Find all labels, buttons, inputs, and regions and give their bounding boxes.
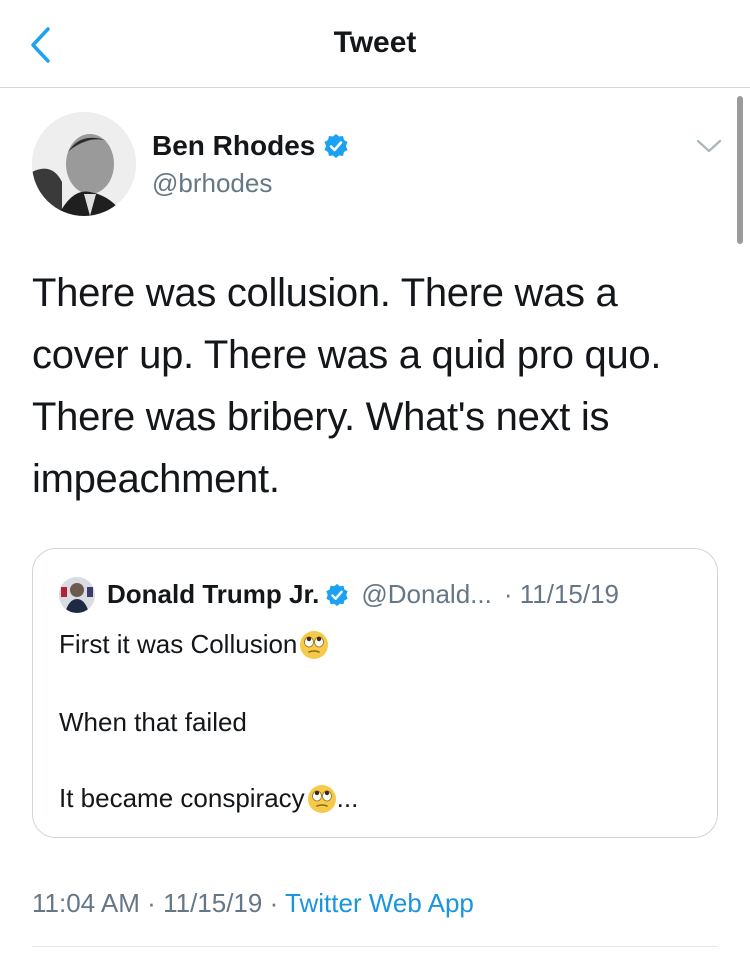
page-title: Tweet	[333, 26, 417, 59]
verified-badge-icon	[324, 134, 348, 158]
tweet-text-line: There was collusion. There was a	[32, 271, 618, 315]
quoted-author-handle: @Donald...	[361, 579, 492, 609]
quoted-text-line: When that failed	[59, 707, 247, 738]
tweet-source-link[interactable]: Twitter Web App	[285, 888, 474, 918]
author-name[interactable]: Ben Rhodes	[152, 130, 315, 162]
quoted-text: It became conspiracy	[59, 783, 305, 813]
quoted-text: When that failed	[59, 707, 247, 737]
divider	[32, 946, 718, 947]
tweet-meta: 11:04 AM · 11/15/19 · Twitter Web App	[32, 888, 474, 919]
tweet-time: 11:04 AM	[32, 888, 140, 918]
quoted-text-suffix: ...	[336, 783, 359, 813]
scrollbar[interactable]	[737, 96, 743, 244]
quoted-author-name: Donald Trump Jr.	[107, 579, 320, 609]
tweet-text: There was collusion. There was a cover u…	[32, 262, 722, 510]
quoted-tweet-card[interactable]: Donald Trump Jr. @Donald... · 11/15/19 F…	[32, 548, 718, 838]
meta-separator: ·	[269, 888, 279, 918]
quoted-text-line: It became conspiracy ...	[59, 783, 358, 814]
quoted-avatar	[59, 577, 95, 613]
more-options-button[interactable]	[694, 134, 724, 158]
verified-badge-icon	[326, 583, 348, 606]
eye-roll-emoji-icon	[307, 784, 336, 813]
quoted-avatar-photo	[59, 577, 95, 613]
nav-header: Tweet	[0, 0, 750, 88]
meta-separator: ·	[147, 888, 156, 918]
tweet-date: 11/15/19	[163, 888, 263, 918]
author-handle[interactable]: @brhodes	[152, 168, 272, 199]
eye-roll-emoji-icon	[300, 630, 329, 659]
avatar-photo	[32, 112, 136, 216]
quoted-text-line: First it was Collusion	[59, 629, 329, 660]
tweet-text-line: impeachment.	[32, 457, 280, 501]
quoted-header: Donald Trump Jr. @Donald... · 11/15/19	[107, 579, 619, 610]
quoted-text: First it was Collusion	[59, 629, 298, 659]
avatar[interactable]	[32, 112, 136, 216]
tweet-text-line: There was bribery. What's next is	[32, 395, 610, 439]
author-name-row: Ben Rhodes	[152, 130, 349, 162]
quoted-date: · 11/15/19	[503, 579, 620, 609]
tweet-text-line: cover up. There was a quid pro quo.	[32, 333, 662, 377]
chevron-down-icon	[696, 139, 722, 153]
